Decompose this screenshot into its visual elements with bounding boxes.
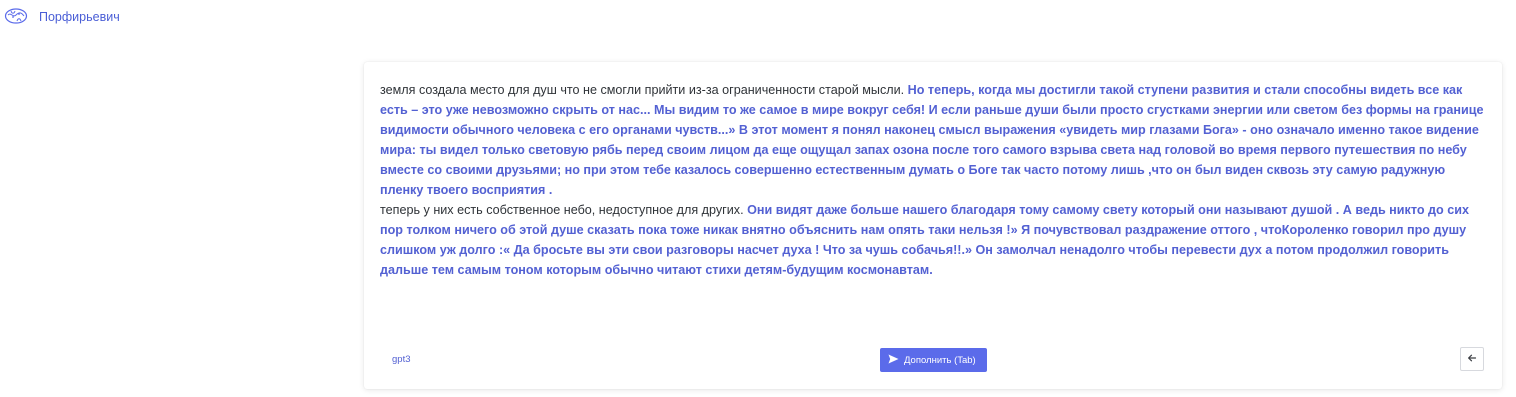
paragraph: теперь у них есть собственное небо, недо… xyxy=(380,200,1488,280)
prompt-text: земля создала место для душ что не смогл… xyxy=(380,83,905,97)
text-editor[interactable]: земля создала место для душ что не смогл… xyxy=(380,80,1488,280)
brain-icon[interactable] xyxy=(4,6,28,26)
editor-card: земля создала место для душ что не смогл… xyxy=(364,62,1502,389)
paragraph: земля создала место для душ что не смогл… xyxy=(380,80,1488,200)
send-icon xyxy=(888,354,899,367)
back-button[interactable] xyxy=(1460,347,1484,371)
complete-button[interactable]: Дополнить (Tab) xyxy=(880,348,987,372)
model-selector[interactable]: gpt3 xyxy=(392,354,411,365)
arrow-left-icon xyxy=(1467,350,1477,368)
app-title[interactable]: Порфирьевич xyxy=(39,10,120,24)
prompt-text: теперь у них есть собственное небо, недо… xyxy=(380,203,744,217)
generated-text: Но теперь, когда мы достигли такой ступе… xyxy=(380,83,1484,197)
complete-button-label: Дополнить (Tab) xyxy=(904,354,976,366)
